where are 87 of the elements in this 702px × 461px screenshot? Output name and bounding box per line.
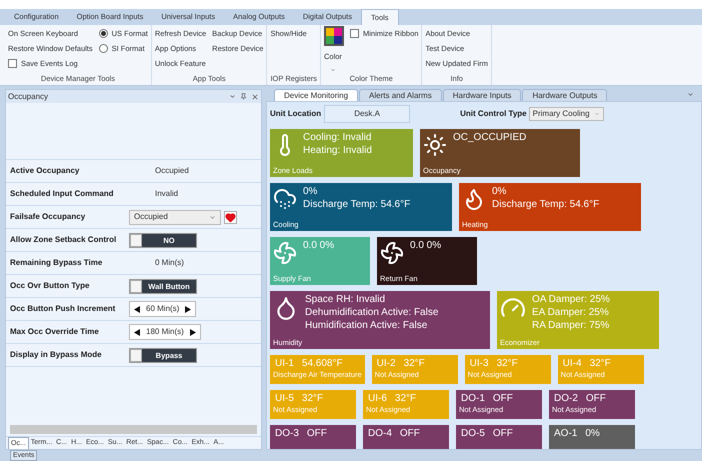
tile-reading: RA Damper: 75% bbox=[532, 319, 610, 332]
left-arrow-icon[interactable] bbox=[134, 328, 140, 336]
property-value: Occupied bbox=[154, 165, 189, 177]
io-point-name: DO-3 bbox=[275, 427, 299, 440]
io-point-name: DO-1 bbox=[461, 392, 485, 405]
sun-icon bbox=[423, 133, 447, 157]
io-tile[interactable]: DO-3 OFF bbox=[270, 425, 356, 449]
property-label: Max Occ Override Time bbox=[10, 326, 100, 338]
io-point-name: UI-2 bbox=[376, 357, 396, 370]
caret-icon[interactable] bbox=[209, 214, 216, 220]
property-label: Scheduled Input Command bbox=[10, 188, 115, 200]
io-point-value: 32°F bbox=[404, 357, 425, 370]
io-tile[interactable]: DO-5 OFF bbox=[456, 425, 542, 449]
tile-reading: 0% bbox=[303, 185, 318, 198]
property-label: Allow Zone Setback Control bbox=[10, 234, 118, 246]
stepper-field[interactable]: 60 Min(s) bbox=[129, 301, 196, 317]
tile-reading: Cooling: Invalid bbox=[303, 131, 372, 144]
document-tab[interactable]: Device Monitoring bbox=[274, 89, 358, 101]
stepper-field[interactable]: 180 Min(s) bbox=[129, 324, 201, 340]
io-point-name: UI-6 bbox=[368, 392, 387, 405]
io-point-name: UI-1 bbox=[275, 357, 294, 370]
property-value: Invalid bbox=[154, 188, 178, 200]
tile-reading: OA Damper: 25% bbox=[532, 293, 610, 306]
io-point-value: 32°F bbox=[394, 392, 416, 405]
left-arrow-icon[interactable] bbox=[134, 306, 140, 312]
tile-reading: Dehumidification Active: False bbox=[305, 306, 438, 319]
io-point-value: 32°F bbox=[496, 357, 518, 370]
right-arrow-icon[interactable] bbox=[185, 306, 192, 312]
fan-icon bbox=[273, 241, 297, 265]
tile-reading: Heating: Invalid bbox=[303, 144, 372, 157]
document-tab[interactable]: Hardware Outputs bbox=[522, 89, 608, 101]
io-point-value: OFF bbox=[492, 427, 513, 440]
color-palette-icon[interactable] bbox=[324, 26, 344, 46]
document-tab[interactable]: Hardware Inputs bbox=[442, 89, 522, 101]
tile-reading: Humidification Active: False bbox=[305, 319, 428, 332]
io-point-value: OFF bbox=[400, 427, 420, 440]
io-point-value: 0% bbox=[585, 427, 600, 440]
io-point-name: UI-4 bbox=[562, 357, 582, 370]
tile-reading: 0.0 0% bbox=[303, 239, 334, 252]
radio-button[interactable] bbox=[98, 29, 108, 38]
tile-reading: 0.0 0% bbox=[410, 239, 442, 252]
io-point-name: AO-1 bbox=[554, 427, 578, 440]
tile-reading: EA Damper: 25% bbox=[532, 306, 610, 319]
control-type-dropdown[interactable]: Primary Cooling bbox=[528, 107, 604, 121]
fan-icon bbox=[380, 241, 404, 265]
io-point-name: DO-4 bbox=[368, 427, 392, 440]
property-label: Display in Bypass Mode bbox=[10, 349, 103, 361]
io-tile[interactable]: DO-4 OFF bbox=[363, 425, 449, 449]
io-point-value: OFF bbox=[492, 392, 513, 405]
io-point-value: 54.608°F bbox=[302, 357, 343, 370]
unit-location-field[interactable]: Desk.A bbox=[324, 105, 410, 123]
io-point-value: OFF bbox=[306, 427, 327, 440]
property-label: Failsafe Occupancy bbox=[10, 211, 86, 223]
failsafe-dropdown[interactable]: Occupied bbox=[129, 210, 221, 224]
radio-button[interactable] bbox=[98, 44, 108, 53]
io-point-name: UI-5 bbox=[275, 392, 294, 405]
right-arrow-icon[interactable] bbox=[190, 328, 196, 336]
checkbox[interactable] bbox=[350, 29, 359, 38]
property-label: Occ Ovr Button Type bbox=[10, 280, 90, 292]
document-tab[interactable]: Alerts and Alarms bbox=[359, 89, 442, 101]
io-point-name: UI-3 bbox=[470, 357, 489, 370]
cloud-snow-icon bbox=[273, 187, 297, 211]
panel-title: Occupancy bbox=[8, 90, 48, 102]
property-value: 0 Min(s) bbox=[154, 257, 184, 269]
property-label: Active Occupancy bbox=[10, 165, 80, 177]
tile-reading: Discharge Temp: 54.6°F bbox=[303, 198, 410, 211]
horizontal-scrollbar[interactable] bbox=[10, 425, 257, 434]
io-point-value: OFF bbox=[586, 392, 606, 405]
io-tile[interactable]: AO-1 0% bbox=[549, 425, 635, 449]
field-label: Unit Control Type bbox=[460, 108, 527, 120]
dropdown-icon[interactable] bbox=[687, 91, 694, 98]
io-point-value: 32°F bbox=[590, 357, 611, 370]
property-label: Occ Button Push Increment bbox=[10, 303, 116, 315]
tile-reading: Discharge Temp: 54.6°F bbox=[492, 198, 600, 211]
checkbox[interactable] bbox=[8, 59, 17, 68]
tile-reading: Space RH: Invalid bbox=[305, 293, 386, 306]
heart-icon[interactable] bbox=[224, 210, 237, 224]
dropdown-icon[interactable] bbox=[229, 93, 236, 100]
io-point-name: DO-2 bbox=[554, 392, 578, 405]
pin-icon[interactable] bbox=[240, 93, 247, 100]
field-label: Unit Location bbox=[270, 108, 322, 120]
tile-reading: OC_OCCUPIED bbox=[453, 131, 526, 144]
io-point-value: 32°F bbox=[302, 392, 324, 405]
property-label: Remaining Bypass Time bbox=[10, 257, 104, 269]
tile-reading: 0% bbox=[492, 185, 508, 198]
io-point-name: DO-5 bbox=[461, 427, 485, 440]
close-icon[interactable] bbox=[251, 92, 259, 100]
